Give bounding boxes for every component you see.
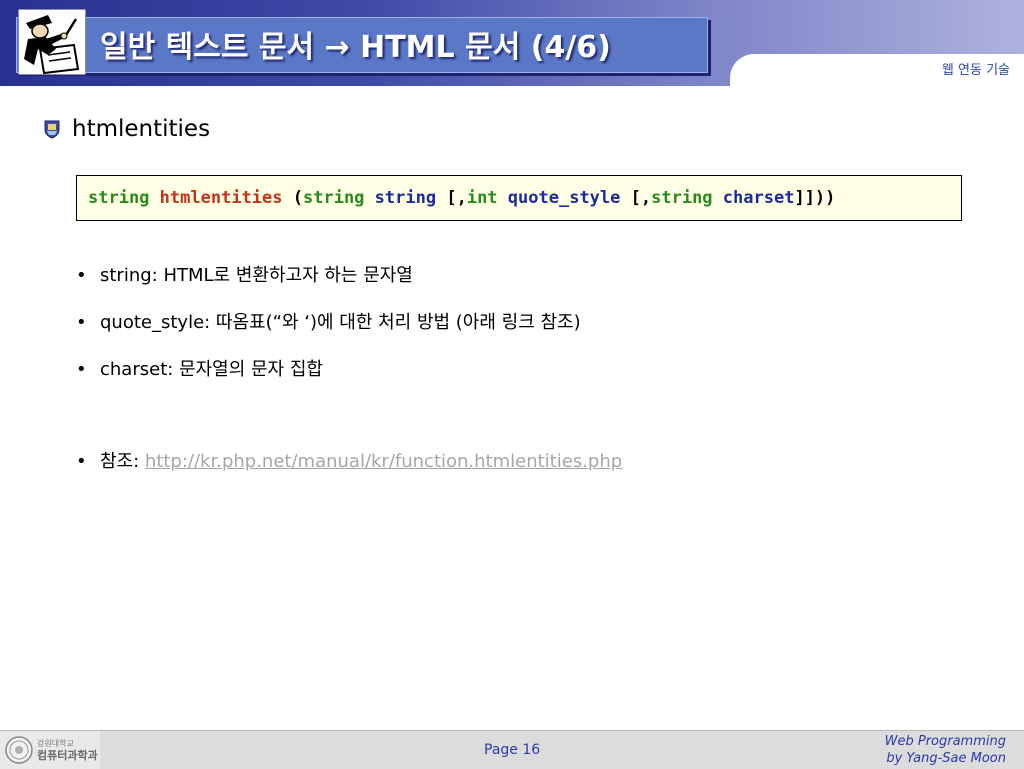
university-logo: 강원대학교 컴퓨터과학과 xyxy=(0,731,100,769)
list-item: • string: HTML로 변환하고자 하는 문자열 xyxy=(76,262,622,309)
function-signature: string htmlentities (string string [,int… xyxy=(76,175,962,221)
university-name: 강원대학교 컴퓨터과학과 xyxy=(37,738,98,762)
credit-line1: Web Programming xyxy=(884,734,1006,749)
credit-line2: by Yang-Sae Moon xyxy=(886,751,1006,766)
person-writing-icon xyxy=(17,8,87,76)
list-item-text: charset: 문자열의 문자 집합 xyxy=(100,359,323,380)
bullet-dot: • xyxy=(76,312,87,333)
code-bracket: [, xyxy=(446,188,467,208)
course-credit: Web Programming by Yang-Sae Moon xyxy=(885,733,1006,767)
code-return-type: string xyxy=(88,188,150,208)
list-item-text: quote_style: 따옴표(“와 ‘)에 대한 처리 방법 (아래 링크 … xyxy=(100,312,581,333)
code-open-paren: ( xyxy=(292,188,303,208)
list-item-text: string: HTML로 변환하고자 하는 문자열 xyxy=(100,265,413,286)
bullet-dot: • xyxy=(76,359,87,380)
code-param-name: charset xyxy=(722,188,795,208)
slide-title: 일반 텍스트 문서 → HTML 문서 (4/6) xyxy=(100,30,611,65)
bullet-dot: • xyxy=(76,451,87,472)
list-item: • charset: 문자열의 문자 집합 xyxy=(76,356,622,403)
reference-link[interactable]: http://kr.php.net/manual/kr/function.htm… xyxy=(145,451,622,472)
code-param-name: string xyxy=(374,188,437,208)
emblem-bullet-icon xyxy=(44,120,60,139)
slide-header: 일반 텍스트 문서 → HTML 문서 (4/6) 웹 연동 기술 xyxy=(0,0,1024,86)
list-item: • quote_style: 따옴표(“와 ‘)에 대한 처리 방법 (아래 링… xyxy=(76,309,622,356)
section-heading-label: htmlentities xyxy=(72,116,211,142)
slide-footer: 강원대학교 컴퓨터과학과 Page 16 Web Programming by … xyxy=(0,730,1024,769)
code-bracket: [, xyxy=(630,188,652,208)
university-seal-icon xyxy=(5,736,33,764)
code-param-type: string xyxy=(303,188,365,208)
university-line2: 컴퓨터과학과 xyxy=(37,749,98,762)
page-number: Page 16 xyxy=(484,742,541,758)
bullet-dot: • xyxy=(76,265,87,286)
code-function-name: htmlentities xyxy=(159,188,283,208)
code-param-name: quote_style xyxy=(507,188,621,208)
course-name: 웹 연동 기술 xyxy=(941,63,1010,78)
reference-item: • 참조: http://kr.php.net/manual/kr/functi… xyxy=(76,448,622,495)
section-heading: htmlentities xyxy=(42,116,210,142)
code-close: ]])) xyxy=(794,188,836,208)
code-param-type: int xyxy=(466,188,498,208)
parameter-list: • string: HTML로 변환하고자 하는 문자열 • quote_sty… xyxy=(76,262,622,495)
code-param-type: string xyxy=(651,188,713,208)
reference-label: 참조: xyxy=(100,451,145,472)
